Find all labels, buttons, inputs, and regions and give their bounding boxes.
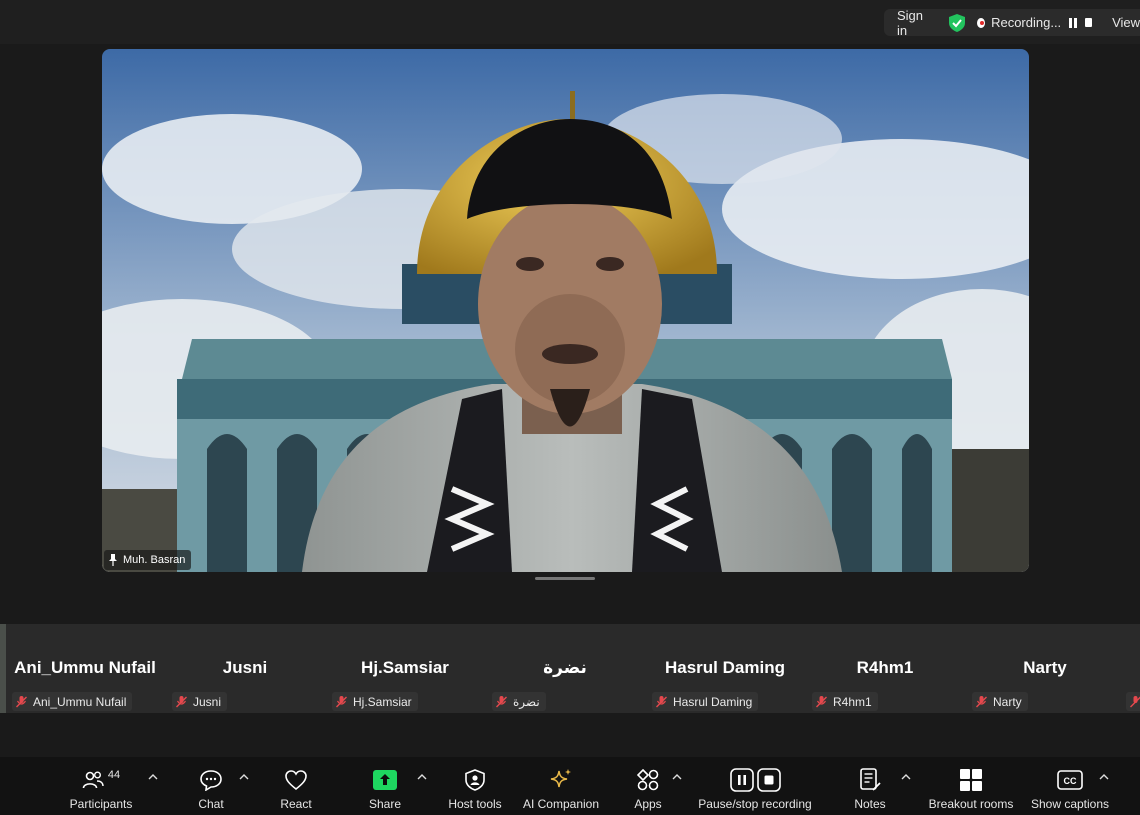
apps-options-chevron-icon[interactable] [672, 773, 682, 781]
participant-gallery-strip: Ani_Ummu Nufail Ani_Ummu Nufail Jusni Ju… [0, 624, 1140, 713]
closed-captions-icon: CC [1057, 770, 1083, 790]
participant-tile[interactable]: Narty Narty [966, 624, 1124, 713]
participant-name-tag: Hj.Samsiar [332, 692, 418, 711]
participant-display-name: R4hm1 [856, 658, 914, 677]
svg-text:CC: CC [1064, 776, 1077, 786]
share-screen-icon [373, 770, 397, 790]
participants-button[interactable]: 44 Participants [66, 757, 136, 815]
mic-muted-icon [16, 695, 27, 708]
sign-in-link[interactable]: Sign in [897, 8, 927, 38]
pin-icon [108, 554, 118, 566]
participant-display-name: Narty [1023, 658, 1067, 677]
breakout-rooms-label: Breakout rooms [928, 797, 1014, 811]
participant-name-tag-partial [1126, 692, 1140, 711]
resize-handle[interactable] [535, 577, 595, 580]
ai-companion-label: AI Companion [522, 797, 600, 811]
participant-name-tag: Narty [972, 692, 1028, 711]
chat-button[interactable]: Chat [181, 757, 241, 815]
host-tools-button[interactable]: Host tools [440, 757, 510, 815]
participant-display-name: Jusni [222, 658, 268, 677]
view-menu-button[interactable]: View [1112, 15, 1140, 30]
meeting-status-pill: Sign in Recording... View [884, 8, 1140, 38]
participant-name-tag: Ani_Ummu Nufail [12, 692, 133, 711]
participant-tag-text: R4hm1 [833, 694, 872, 709]
participant-name-tag: Jusni [172, 692, 228, 711]
participants-label: Participants [69, 797, 133, 811]
notes-button[interactable]: Notes [840, 757, 900, 815]
participant-tag-text: Hasrul Daming [673, 694, 753, 709]
recording-dot-icon [977, 17, 986, 28]
participant-tile[interactable]: Jusni Jusni [166, 624, 324, 713]
stop-recording-icon [756, 768, 781, 792]
participant-tag-text: Hj.Samsiar [353, 694, 412, 709]
participants-options-chevron-icon[interactable] [148, 773, 158, 781]
participant-display-name: Hj.Samsiar [361, 658, 449, 677]
mic-muted-icon [176, 695, 187, 708]
breakout-rooms-button[interactable]: Breakout rooms [924, 757, 1018, 815]
notes-icon [859, 768, 881, 792]
react-button[interactable]: React [266, 757, 326, 815]
participant-name-tag: Hasrul Daming [652, 692, 759, 711]
participant-name-tag: نضرة [492, 692, 546, 711]
react-label: React [280, 797, 312, 811]
stop-recording-icon[interactable] [1085, 18, 1093, 27]
participant-display-name: Hasrul Daming [665, 658, 785, 677]
participant-tag-text: Narty [993, 694, 1022, 709]
host-tools-label: Host tools [448, 797, 502, 811]
active-speaker-video[interactable] [102, 49, 1029, 572]
pause-stop-recording-button[interactable]: Pause/stop recording [694, 757, 816, 815]
captions-options-chevron-icon[interactable] [1099, 773, 1109, 781]
heart-icon [284, 769, 308, 791]
speaker-name-tag: Muh. Basran [104, 550, 192, 570]
pause-recording-icon [729, 768, 754, 792]
chat-bubble-icon [199, 769, 223, 791]
mic-muted-icon [336, 695, 347, 708]
apps-icon [637, 769, 659, 791]
participant-tile[interactable]: Ani_Ummu Nufail Ani_Ummu Nufail [6, 624, 164, 713]
encryption-shield-icon[interactable] [949, 13, 966, 32]
top-bar: Sign in Recording... View [0, 0, 1140, 44]
pause-recording-icon[interactable] [1069, 17, 1078, 28]
mic-muted-icon [496, 695, 507, 708]
participant-tile[interactable]: نضرة نضرة [486, 624, 644, 713]
participant-tile[interactable]: Hj.Samsiar Hj.Samsiar [326, 624, 484, 713]
share-label: Share [368, 797, 402, 811]
apps-button[interactable]: Apps [618, 757, 678, 815]
apps-label: Apps [634, 797, 662, 811]
participant-name-tag: R4hm1 [812, 692, 878, 711]
participant-tag-text: نضرة [513, 694, 540, 709]
pause-stop-recording-label: Pause/stop recording [698, 797, 812, 811]
mic-muted-icon [656, 695, 667, 708]
share-button[interactable]: Share [355, 757, 415, 815]
participant-display-name: Ani_Ummu Nufail [14, 658, 156, 677]
mic-muted-icon [1130, 695, 1140, 708]
participant-tag-text: Ani_Ummu Nufail [33, 694, 127, 709]
show-captions-label: Show captions [1030, 797, 1110, 811]
mic-muted-icon [976, 695, 987, 708]
meeting-toolbar: 44 Participants Chat React Share Host to… [0, 757, 1140, 815]
ai-companion-button[interactable]: AI Companion [519, 757, 603, 815]
chat-label: Chat [198, 797, 224, 811]
recording-status: Recording... [991, 15, 1062, 30]
participant-tile[interactable]: Hasrul Daming Hasrul Daming [646, 624, 804, 713]
participants-icon [82, 770, 104, 790]
notes-options-chevron-icon[interactable] [901, 773, 911, 781]
share-options-chevron-icon[interactable] [417, 773, 427, 781]
mic-muted-icon [816, 695, 827, 708]
participant-display-name: نضرة [543, 658, 587, 677]
chat-options-chevron-icon[interactable] [239, 773, 249, 781]
participant-tile[interactable]: R4hm1 R4hm1 [806, 624, 964, 713]
speaker-name: Muh. Basran [123, 554, 186, 566]
participant-tag-text: Jusni [193, 694, 222, 709]
notes-label: Notes [854, 797, 886, 811]
breakout-rooms-grid-icon [959, 768, 983, 792]
show-captions-button[interactable]: CC Show captions [1027, 757, 1113, 815]
participant-count: 44 [107, 769, 121, 781]
host-tools-shield-icon [465, 769, 485, 791]
ai-sparkle-icon [549, 768, 573, 792]
